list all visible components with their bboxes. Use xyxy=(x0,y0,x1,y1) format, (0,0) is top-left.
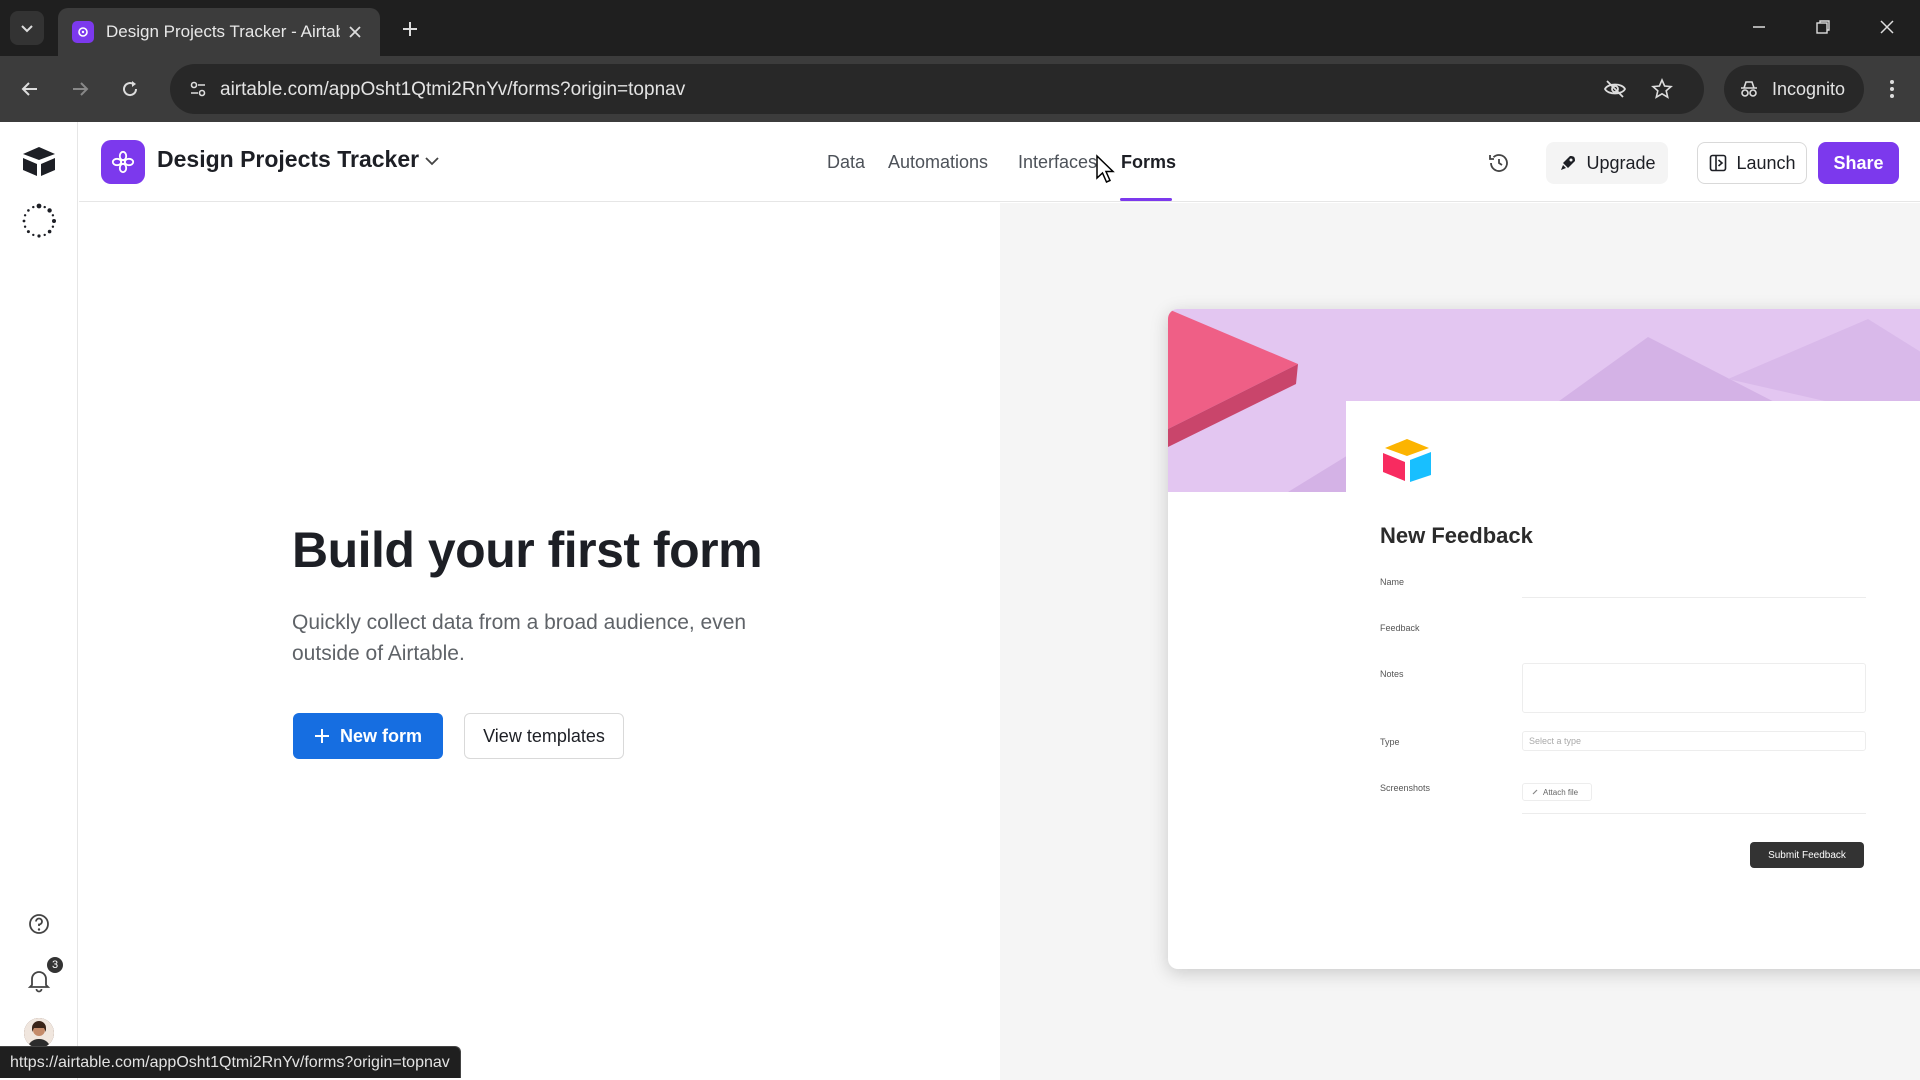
tab-search-chevron-icon[interactable] xyxy=(10,11,44,45)
preview-field-label: Name xyxy=(1380,577,1405,587)
preview-type-select: Select a type xyxy=(1522,731,1866,751)
page-description: Quickly collect data from a broad audien… xyxy=(292,611,747,665)
preview-field-input xyxy=(1522,597,1866,598)
incognito-indicator[interactable]: Incognito xyxy=(1724,65,1864,113)
forward-arrow-icon[interactable] xyxy=(64,73,96,105)
browser-tab-bar: Design Projects Tracker - Airtab xyxy=(0,0,1920,56)
base-header: Design Projects Tracker Data Automations… xyxy=(79,122,1920,202)
link-status-bar: https://airtable.com/appOsht1Qtmi2RnYv/f… xyxy=(0,1046,461,1078)
nav-forms[interactable]: Forms xyxy=(1121,152,1176,173)
preview-submit-button: Submit Feedback xyxy=(1750,842,1864,868)
launch-button[interactable]: Launch xyxy=(1697,142,1807,184)
notification-count-badge: 3 xyxy=(47,957,63,973)
back-arrow-icon[interactable] xyxy=(14,73,46,105)
airtable-color-logo-icon xyxy=(1383,439,1431,482)
preview-attach-button: Attach file xyxy=(1522,783,1592,801)
browser-menu-icon[interactable] xyxy=(1876,73,1908,105)
help-icon[interactable] xyxy=(25,910,53,938)
upgrade-button[interactable]: Upgrade xyxy=(1546,142,1668,184)
nav-interfaces[interactable]: Interfaces xyxy=(1018,152,1097,173)
preview-notes-textarea xyxy=(1522,663,1866,713)
share-button[interactable]: Share xyxy=(1818,142,1899,184)
preview-field-label: Feedback xyxy=(1380,623,1420,633)
rocket-icon xyxy=(1561,156,1576,170)
new-form-button[interactable]: New form xyxy=(293,713,443,759)
airtable-logo-icon[interactable] xyxy=(19,144,59,178)
plus-icon xyxy=(314,729,329,743)
preview-field-label: Notes xyxy=(1380,669,1404,679)
active-tab-underline xyxy=(1120,198,1172,201)
browser-tab-active[interactable]: Design Projects Tracker - Airtab xyxy=(58,8,380,56)
chevron-down-icon[interactable] xyxy=(421,150,443,172)
preview-field-label: Type xyxy=(1380,737,1400,747)
view-templates-button[interactable]: View templates xyxy=(464,713,624,759)
base-icon[interactable] xyxy=(101,140,145,184)
eye-off-icon[interactable] xyxy=(1600,74,1630,104)
page-title: Build your first form xyxy=(292,522,763,578)
forms-empty-state: Build your first form Quickly collect da… xyxy=(79,203,1000,1080)
preview-field-label: Screenshots xyxy=(1380,783,1431,793)
new-form-label: New form xyxy=(339,725,422,746)
preview-select-placeholder: Select a type xyxy=(1529,736,1582,746)
form-preview-card: New Feedback Name Feedback Notes Type Se… xyxy=(1168,309,1920,969)
preview-field-divider xyxy=(1522,813,1866,814)
launch-icon xyxy=(1710,154,1727,172)
form-preview-panel: New Feedback Name Feedback Notes Type Se… xyxy=(1000,203,1920,1080)
nav-automations[interactable]: Automations xyxy=(888,152,988,173)
nav-data[interactable]: Data xyxy=(827,152,865,173)
loading-spinner-icon xyxy=(22,203,56,238)
airtable-app: 3 Design Projects Tracker Data Automatio… xyxy=(0,122,1920,1080)
launch-label: Launch xyxy=(1736,152,1796,173)
paperclip-icon xyxy=(1532,789,1538,795)
left-rail: 3 xyxy=(0,122,78,1080)
user-avatar[interactable] xyxy=(24,1018,54,1048)
new-tab-plus-icon[interactable] xyxy=(396,15,424,43)
base-name[interactable]: Design Projects Tracker xyxy=(157,146,419,173)
url-text[interactable]: airtable.com/appOsht1Qtmi2RnYv/forms?ori… xyxy=(220,79,685,101)
mouse-cursor-icon xyxy=(1096,154,1115,183)
flower-icon xyxy=(111,150,135,174)
reload-icon[interactable] xyxy=(114,73,146,105)
close-window-icon[interactable] xyxy=(1872,12,1902,42)
minimize-window-icon[interactable] xyxy=(1744,12,1774,42)
bookmark-star-icon[interactable] xyxy=(1647,74,1677,104)
address-bar[interactable]: airtable.com/appOsht1Qtmi2RnYv/forms?ori… xyxy=(170,64,1704,114)
preview-attach-label: Attach file xyxy=(1543,787,1579,797)
preview-form-title: New Feedback xyxy=(1380,523,1533,548)
incognito-label: Incognito xyxy=(1772,78,1846,99)
preview-form-sheet: New Feedback Name Feedback Notes Type Se… xyxy=(1346,401,1920,969)
airtable-favicon-icon xyxy=(72,21,94,43)
restore-window-icon[interactable] xyxy=(1808,12,1838,42)
history-icon[interactable] xyxy=(1485,149,1513,177)
site-info-tune-icon[interactable] xyxy=(182,73,214,105)
upgrade-label: Upgrade xyxy=(1586,152,1656,173)
browser-toolbar: airtable.com/appOsht1Qtmi2RnYv/forms?ori… xyxy=(0,56,1920,122)
tab-title: Design Projects Tracker - Airtab xyxy=(106,22,340,41)
incognito-icon xyxy=(1741,81,1757,97)
close-tab-icon[interactable] xyxy=(344,21,366,43)
